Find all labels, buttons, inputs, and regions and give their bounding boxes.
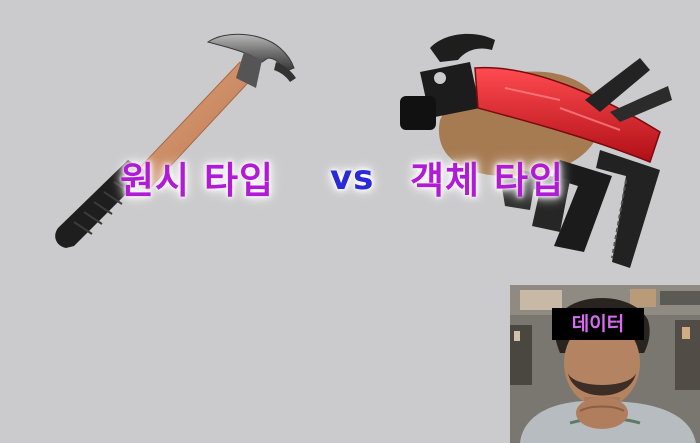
presenter-webcam: 데이터	[510, 285, 700, 443]
vs-label: vs	[330, 158, 375, 198]
primitive-type-label: 원시 타입	[120, 159, 275, 202]
object-type-label: 객체 타입	[410, 159, 565, 202]
data-label: 데이터	[552, 308, 644, 340]
claw-hammer-image	[55, 33, 296, 248]
